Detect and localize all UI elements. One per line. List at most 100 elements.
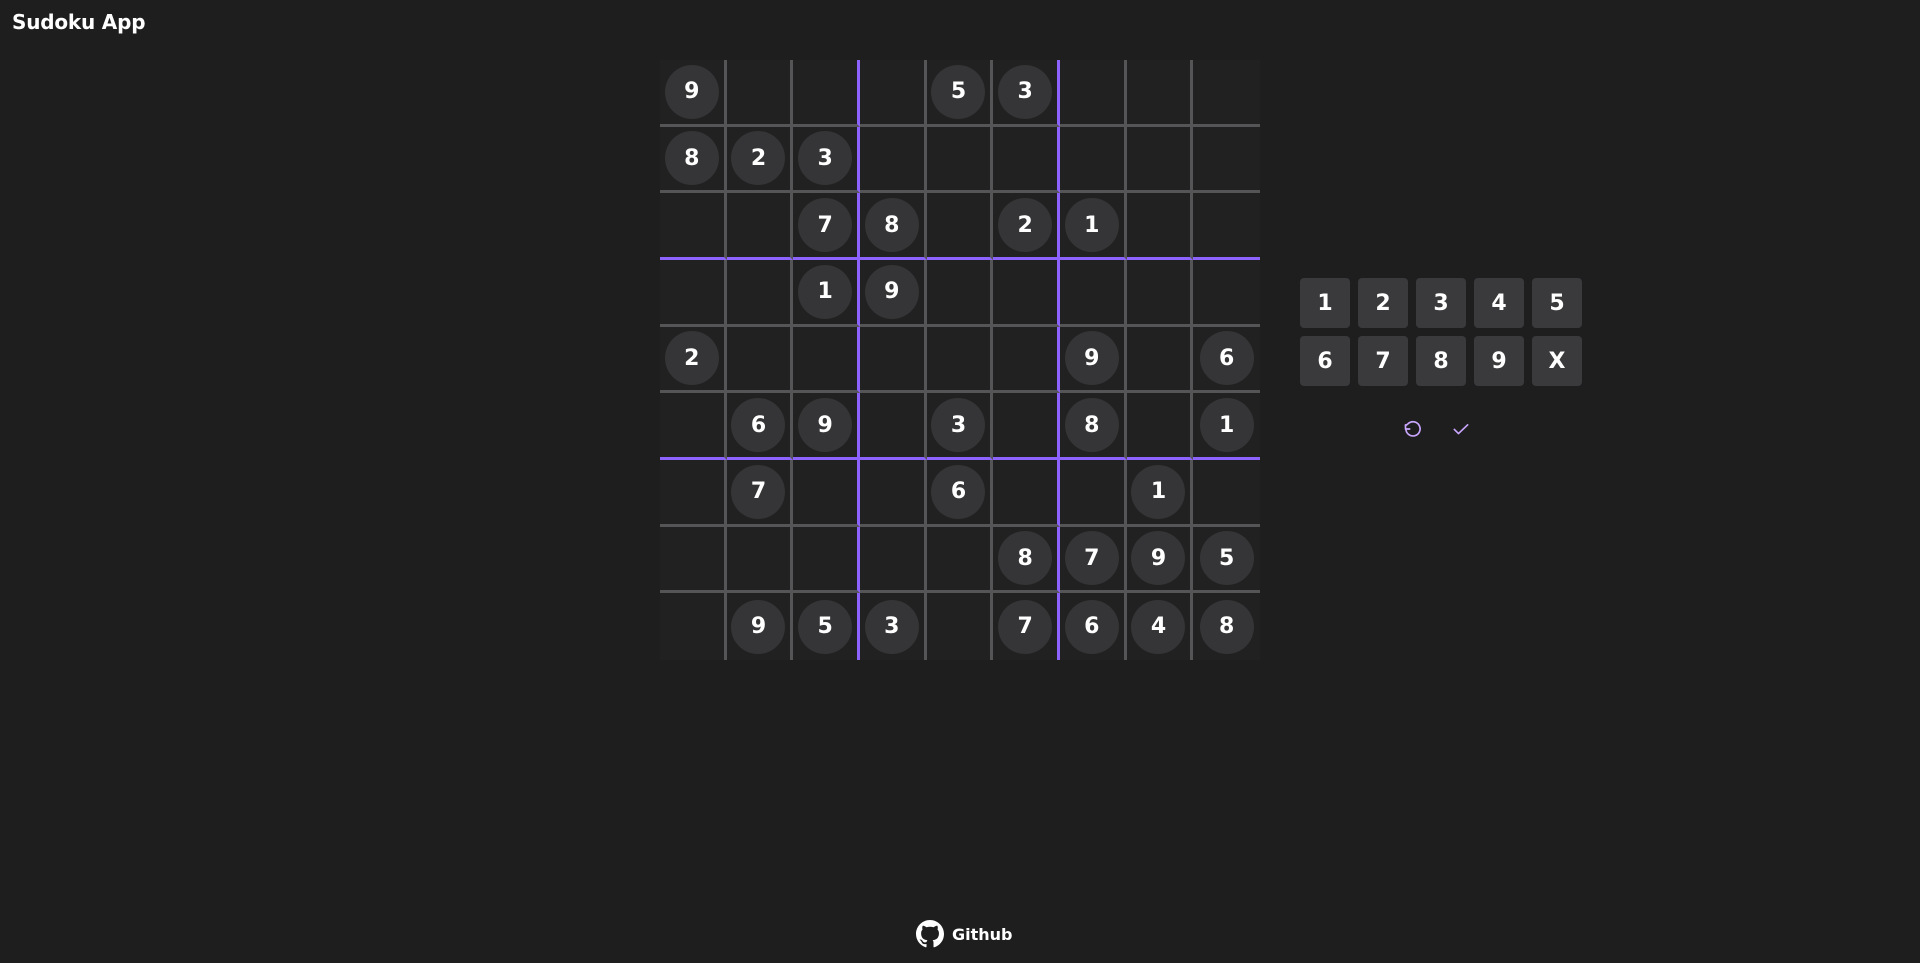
board-cell[interactable] — [1126, 259, 1194, 327]
cell-value: 3 — [798, 131, 853, 186]
board-cell[interactable]: 9 — [660, 60, 727, 127]
board-cell[interactable] — [1126, 326, 1194, 394]
board-cell[interactable] — [859, 126, 927, 194]
board-cell[interactable]: 7 — [726, 459, 794, 527]
board-cell[interactable]: 3 — [859, 593, 927, 660]
board-cell[interactable] — [1193, 126, 1260, 194]
board-cell[interactable] — [1126, 60, 1194, 127]
board-cell[interactable] — [726, 326, 794, 394]
board-cell[interactable]: 8 — [859, 193, 927, 260]
board-cell[interactable] — [926, 126, 994, 194]
number-key-button[interactable]: 3 — [1416, 278, 1466, 328]
number-key-button[interactable]: 4 — [1474, 278, 1524, 328]
cell-value: 6 — [1199, 331, 1254, 386]
github-link[interactable]: Github — [916, 920, 1013, 948]
board-cell[interactable]: 9 — [859, 259, 927, 327]
board-cell[interactable] — [660, 393, 727, 460]
board-cell[interactable]: 6 — [1059, 593, 1127, 660]
board-cell[interactable] — [993, 393, 1060, 460]
number-key-button[interactable]: 9 — [1474, 336, 1524, 386]
board-cell[interactable] — [1059, 259, 1127, 327]
board-cell[interactable] — [1059, 459, 1127, 527]
board-cell[interactable] — [993, 326, 1060, 394]
board-cell[interactable]: 1 — [1059, 193, 1127, 260]
board-cell[interactable]: 7 — [993, 593, 1060, 660]
board-cell[interactable]: 3 — [793, 126, 860, 194]
board-cell[interactable]: 5 — [926, 60, 994, 127]
board-cell[interactable]: 4 — [1126, 593, 1194, 660]
board-cell[interactable]: 6 — [726, 393, 794, 460]
undo-button[interactable] — [1400, 416, 1426, 442]
board-cell[interactable] — [1126, 393, 1194, 460]
board-cell[interactable]: 7 — [1059, 526, 1127, 594]
board-cell[interactable] — [793, 459, 860, 527]
board-cell[interactable] — [926, 193, 994, 260]
board-cell[interactable]: 6 — [926, 459, 994, 527]
board-cell[interactable] — [726, 60, 794, 127]
board-cell[interactable] — [660, 526, 727, 594]
board-cell[interactable] — [859, 60, 927, 127]
board-cell[interactable] — [660, 593, 727, 660]
board-cell[interactable]: 2 — [660, 326, 727, 394]
board-cell[interactable] — [1126, 126, 1194, 194]
board-cell[interactable] — [1059, 126, 1127, 194]
board-cell[interactable] — [1126, 193, 1194, 260]
number-key-button[interactable]: 7 — [1358, 336, 1408, 386]
board-cell[interactable] — [726, 526, 794, 594]
board-cell[interactable]: 2 — [726, 126, 794, 194]
board-cell[interactable] — [1193, 259, 1260, 327]
cell-value: 8 — [864, 198, 919, 253]
board-cell[interactable] — [726, 259, 794, 327]
board-cell[interactable] — [859, 459, 927, 527]
board-cell[interactable] — [993, 259, 1060, 327]
cell-value: 5 — [798, 599, 853, 654]
board-cell[interactable] — [926, 326, 994, 394]
board-cell[interactable]: 3 — [926, 393, 994, 460]
board-cell[interactable] — [793, 326, 860, 394]
board-cell[interactable]: 8 — [993, 526, 1060, 594]
board-cell[interactable] — [926, 259, 994, 327]
board-cell[interactable]: 1 — [1193, 393, 1260, 460]
board-cell[interactable]: 5 — [1193, 526, 1260, 594]
number-key-button[interactable]: 5 — [1532, 278, 1582, 328]
number-key-button[interactable]: 2 — [1358, 278, 1408, 328]
board-cell[interactable] — [660, 193, 727, 260]
board-cell[interactable] — [1193, 459, 1260, 527]
board-cell[interactable]: 6 — [1193, 326, 1260, 394]
board-cell[interactable]: 3 — [993, 60, 1060, 127]
erase-key-button[interactable]: X — [1532, 336, 1582, 386]
board-cell[interactable]: 9 — [1126, 526, 1194, 594]
board-cell[interactable] — [660, 259, 727, 327]
board-cell[interactable]: 1 — [793, 259, 860, 327]
github-label: Github — [952, 924, 1013, 944]
action-bar — [1400, 416, 1474, 442]
board-cell[interactable] — [793, 526, 860, 594]
board-cell[interactable]: 9 — [726, 593, 794, 660]
board-cell[interactable] — [993, 126, 1060, 194]
check-button[interactable] — [1448, 416, 1474, 442]
board-cell[interactable] — [1193, 60, 1260, 127]
board-cell[interactable]: 9 — [1059, 326, 1127, 394]
board-cell[interactable]: 8 — [1193, 593, 1260, 660]
board-cell[interactable] — [926, 593, 994, 660]
number-key-button[interactable]: 8 — [1416, 336, 1466, 386]
board-cell[interactable] — [793, 60, 860, 127]
board-cell[interactable] — [660, 459, 727, 527]
board-cell[interactable] — [859, 526, 927, 594]
board-cell[interactable]: 8 — [660, 126, 727, 194]
board-cell[interactable] — [993, 459, 1060, 527]
number-key-button[interactable]: 1 — [1300, 278, 1350, 328]
board-cell[interactable]: 8 — [1059, 393, 1127, 460]
board-cell[interactable] — [859, 326, 927, 394]
board-cell[interactable] — [726, 193, 794, 260]
number-key-button[interactable]: 6 — [1300, 336, 1350, 386]
board-cell[interactable] — [859, 393, 927, 460]
board-cell[interactable] — [1059, 60, 1127, 127]
board-cell[interactable]: 2 — [993, 193, 1060, 260]
board-cell[interactable] — [926, 526, 994, 594]
board-cell[interactable]: 7 — [793, 193, 860, 260]
board-cell[interactable]: 9 — [793, 393, 860, 460]
board-cell[interactable]: 5 — [793, 593, 860, 660]
board-cell[interactable] — [1193, 193, 1260, 260]
board-cell[interactable]: 1 — [1126, 459, 1194, 527]
